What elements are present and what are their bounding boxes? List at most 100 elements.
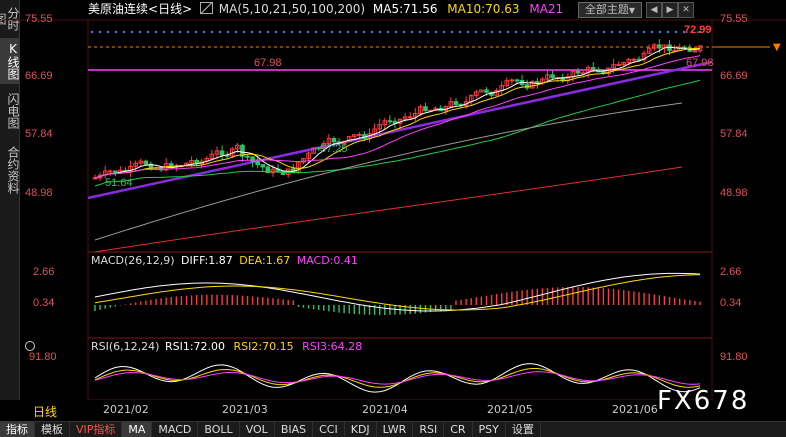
tab-ma[interactable]: MA <box>122 422 153 437</box>
macd-diff: DIFF:1.87 <box>181 254 233 267</box>
rsi-label-right: 91.80 <box>720 351 748 363</box>
fx678-watermark: FX678 <box>657 386 750 416</box>
candle-body <box>407 116 413 119</box>
candle-body <box>423 106 428 112</box>
macd-title: MACD(26,12,9) <box>91 254 175 267</box>
candle-body <box>575 70 581 74</box>
blue-dot <box>602 30 606 34</box>
blue-dot <box>178 30 182 34</box>
blue-dot <box>170 30 174 34</box>
date-label: 2021/02 <box>103 403 149 416</box>
blue-dot <box>442 30 446 34</box>
tab-rsi[interactable]: RSI <box>413 422 445 437</box>
blue-dot <box>370 30 374 34</box>
blue-dot <box>298 30 302 34</box>
blue-dot <box>146 30 150 34</box>
candle-body <box>387 120 393 123</box>
candle-body <box>143 160 149 165</box>
macd-dea: DEA:1.67 <box>239 254 291 267</box>
candle-body <box>590 67 596 71</box>
blue-dot <box>354 30 358 34</box>
price-label-left-2: 66.69 <box>25 70 53 82</box>
blue-dot <box>626 30 630 34</box>
blue-dot <box>482 30 486 34</box>
tab-psy[interactable]: PSY <box>473 422 506 437</box>
macd-label-right-2: 0.34 <box>720 297 742 309</box>
blue-dot <box>394 30 398 34</box>
tab-bias[interactable]: BIAS <box>275 422 314 437</box>
blue-dot <box>610 30 614 34</box>
blue-dot <box>538 30 542 34</box>
date-label: 2021/05 <box>487 403 533 416</box>
blue-dot <box>114 30 118 34</box>
blue-dot <box>274 30 278 34</box>
blue-dot <box>634 30 638 34</box>
blue-dot <box>338 30 342 34</box>
rsi-label-left: 91.80 <box>29 351 57 363</box>
macd-label-left-1: 2.66 <box>33 266 55 278</box>
ma50-line <box>94 79 701 187</box>
kline-chart[interactable]: ▼ <box>0 0 786 420</box>
blue-dot <box>450 30 454 34</box>
blue-dot <box>514 30 518 34</box>
blue-dot <box>666 30 670 34</box>
blue-dot <box>418 30 422 34</box>
tab-cci[interactable]: CCI <box>313 422 345 437</box>
tab-macd[interactable]: MACD <box>152 422 199 437</box>
tab-lwr[interactable]: LWR <box>377 422 414 437</box>
period-badge[interactable]: 日线 <box>33 403 57 420</box>
blue-dot <box>314 30 318 34</box>
price-label-right-2: 66.69 <box>720 70 748 82</box>
annotation-right-mark: 67.98 <box>686 57 714 69</box>
blue-dot <box>562 30 566 34</box>
blue-dot <box>506 30 510 34</box>
macd-value: MACD:0.41 <box>296 254 358 267</box>
blue-dot <box>250 30 254 34</box>
blue-dot <box>138 30 142 34</box>
tab-indicators[interactable]: 指标 <box>0 422 35 437</box>
tab-vip-indicators[interactable]: VIP指标 <box>70 422 123 437</box>
blue-dot <box>570 30 574 34</box>
trend-line <box>87 60 713 200</box>
blue-dot <box>426 30 430 34</box>
tab-vol[interactable]: VOL <box>240 422 275 437</box>
blue-dot <box>530 30 534 34</box>
tab-templates[interactable]: 模板 <box>35 422 70 437</box>
candle-body <box>535 81 540 84</box>
rsi-title: RSI(6,12,24) <box>91 340 160 353</box>
rsi2-value: RSI2:70.15 <box>233 340 294 353</box>
blue-dot <box>90 30 94 34</box>
price-label-right-1: 75.55 <box>720 13 748 25</box>
tab-kdj[interactable]: KDJ <box>345 422 377 437</box>
tab-cr[interactable]: CR <box>444 422 473 437</box>
candle-body <box>580 72 586 75</box>
blue-dot <box>362 30 366 34</box>
indicator-toolbar: 指标 模板 VIP指标 MA MACD BOLL VOL BIAS CCI KD… <box>0 421 786 437</box>
blue-dot <box>290 30 294 34</box>
candle-body <box>657 44 662 49</box>
annotation-low-march: 57.25 <box>320 143 348 155</box>
price-label-left-1: 75.55 <box>25 13 53 25</box>
trading-chart-window: 分时图 K线图 闪电图 合约资料 美原油连续<日线> MA(5,10,21,50… <box>0 0 786 437</box>
macd-label-left-2: 0.34 <box>33 297 55 309</box>
rsi-settings-icon[interactable] <box>25 341 35 351</box>
macd-dea-line <box>94 274 701 311</box>
blue-dot <box>106 30 110 34</box>
blue-dot <box>642 30 646 34</box>
candle-body <box>514 79 520 82</box>
blue-dot <box>266 30 270 34</box>
candle-body <box>219 150 225 156</box>
ma5-line <box>94 46 701 179</box>
candle-body <box>331 138 337 143</box>
blue-dot <box>162 30 166 34</box>
current-price-label: 72.99 <box>684 24 712 36</box>
blue-dot <box>554 30 558 34</box>
blue-dot <box>258 30 262 34</box>
blue-dot <box>122 30 126 34</box>
tab-settings[interactable]: 设置 <box>506 422 541 437</box>
price-label-left-4: 48.98 <box>25 187 53 199</box>
candle-body <box>260 164 266 168</box>
tab-boll[interactable]: BOLL <box>198 422 240 437</box>
blue-dot <box>386 30 390 34</box>
rsi1-value: RSI1:72.00 <box>164 340 226 353</box>
